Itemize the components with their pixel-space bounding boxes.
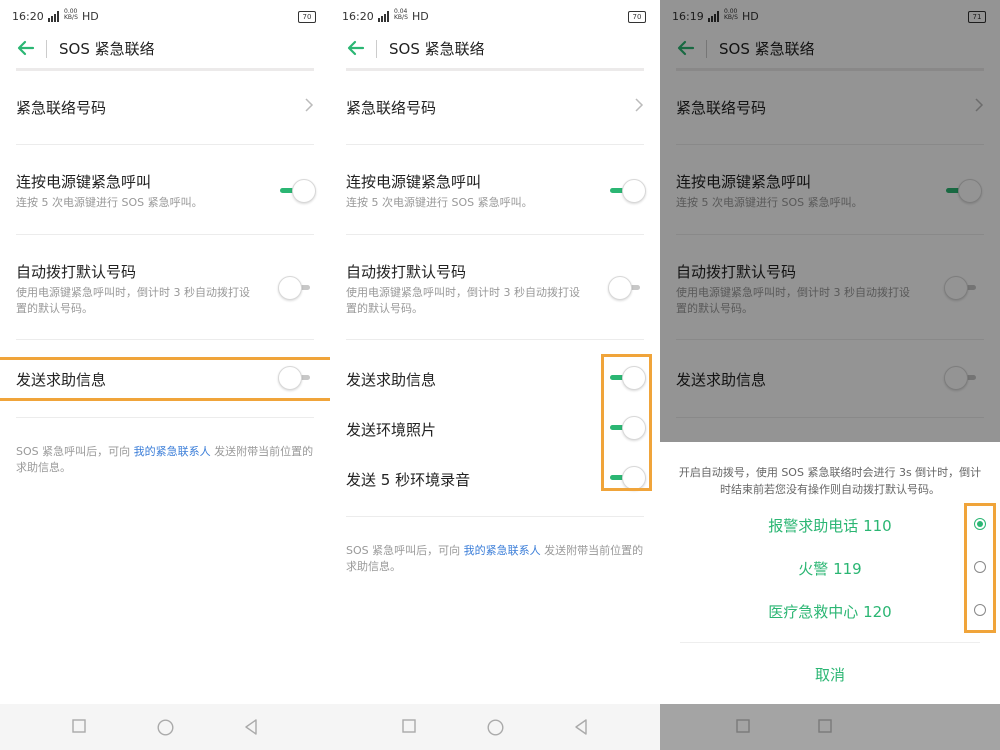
screen-1: 16:20 0.00 KB/S HD 70 SOS 紧急联络 紧急联络号码 连按…: [0, 0, 330, 750]
home-icon[interactable]: [818, 719, 832, 733]
auto-dial-label: 自动拨打默认号码: [346, 263, 467, 281]
option-fire-119[interactable]: 火警 119: [660, 552, 1000, 582]
power-key-sos-label: 连按电源键紧急呼叫: [346, 173, 482, 191]
auto-dial-switch[interactable]: [278, 276, 316, 300]
divider: [346, 234, 644, 235]
status-speed: 0.00 KB/S: [64, 8, 78, 21]
nav-bar: [330, 704, 660, 750]
power-key-sos-switch[interactable]: [278, 179, 316, 203]
divider: [346, 339, 644, 340]
home-icon[interactable]: [157, 719, 174, 736]
status-speed: 0.04 KB/S: [394, 8, 408, 21]
sheet-message: 开启自动拨号，使用 SOS 紧急联络时会进行 3s 倒计时，倒计时结束前若您没有…: [678, 466, 982, 496]
app-bar: SOS 紧急联络: [330, 34, 660, 64]
home-icon[interactable]: [487, 719, 504, 736]
emergency-contacts-item[interactable]: 紧急联络号码: [16, 97, 316, 121]
page-title: SOS 紧急联络: [59, 40, 155, 58]
status-time: 16:20: [342, 10, 374, 23]
emergency-contacts-label: 紧急联络号码: [346, 99, 437, 117]
send-help-label: 发送求助信息: [346, 371, 437, 389]
highlight-box: [964, 503, 996, 633]
nav-bar: [660, 704, 1000, 750]
power-key-sos-desc: 连按 5 次电源键进行 SOS 紧急呼叫。: [346, 196, 533, 209]
option-label: 火警 119: [798, 560, 862, 578]
status-bar: 16:20 0.00 KB/S HD 70: [12, 8, 316, 26]
power-key-sos-label: 连按电源键紧急呼叫: [16, 173, 152, 191]
divider: [16, 339, 314, 340]
highlight-box: [0, 357, 330, 401]
my-emergency-contacts-link[interactable]: 我的紧急联系人: [134, 445, 211, 458]
option-medical-120[interactable]: 医疗急救中心 120: [660, 595, 1000, 625]
signal-icon: [378, 11, 389, 22]
back-icon[interactable]: [574, 719, 588, 735]
battery-icon: 70: [628, 11, 646, 23]
divider: [346, 144, 644, 145]
back-icon[interactable]: [244, 719, 258, 735]
page-title: SOS 紧急联络: [389, 40, 485, 58]
header-divider: [346, 68, 644, 71]
option-label: 报警求助电话 110: [768, 517, 892, 535]
chevron-right-icon: [305, 98, 314, 112]
back-arrow-icon[interactable]: [346, 38, 366, 58]
power-key-sos-item: 连按电源键紧急呼叫 连按 5 次电源键进行 SOS 紧急呼叫。: [16, 171, 316, 215]
header-divider: [16, 68, 314, 71]
screen-2: 16:20 0.04 KB/S HD 70 SOS 紧急联络 紧急联络号码 连按…: [330, 0, 660, 750]
auto-dial-item: 自动拨打默认号码 使用电源键紧急呼叫时，倒计时 3 秒自动拨打设置的默认号码。: [16, 261, 316, 321]
status-network: HD: [82, 10, 99, 23]
chevron-right-icon: [635, 98, 644, 112]
option-police-110[interactable]: 报警求助电话 110: [660, 509, 1000, 539]
auto-dial-desc: 使用电源键紧急呼叫时，倒计时 3 秒自动拨打设置的默认号码。: [16, 286, 250, 315]
divider: [16, 417, 314, 418]
my-emergency-contacts-link[interactable]: 我的紧急联系人: [464, 544, 541, 557]
status-network: HD: [412, 10, 429, 23]
option-label: 医疗急救中心 120: [768, 603, 892, 621]
auto-dial-desc: 使用电源键紧急呼叫时，倒计时 3 秒自动拨打设置的默认号码。: [346, 286, 580, 315]
signal-icon: [48, 11, 59, 22]
battery-icon: 70: [298, 11, 316, 23]
divider: [16, 144, 314, 145]
appbar-separator: [46, 40, 47, 58]
send-photo-label: 发送环境照片: [346, 421, 437, 439]
footer-text: SOS 紧急呼叫后，可向: [346, 544, 464, 557]
footer-note: SOS 紧急呼叫后，可向 我的紧急联系人 发送附带当前位置的求助信息。: [346, 543, 646, 575]
auto-dial-switch[interactable]: [608, 276, 646, 300]
divider: [680, 642, 980, 643]
divider: [16, 234, 314, 235]
footer-note: SOS 紧急呼叫后，可向 我的紧急联系人 发送附带当前位置的求助信息。: [16, 444, 316, 476]
emergency-contacts-label: 紧急联络号码: [16, 99, 107, 117]
back-arrow-icon[interactable]: [16, 38, 36, 58]
appbar-separator: [376, 40, 377, 58]
auto-dial-label: 自动拨打默认号码: [16, 263, 137, 281]
send-audio-label: 发送 5 秒环境录音: [346, 471, 471, 489]
cancel-button[interactable]: 取消: [660, 664, 1000, 685]
app-bar: SOS 紧急联络: [0, 34, 330, 64]
nav-bar: [0, 704, 330, 750]
auto-dial-sheet: 开启自动拨号，使用 SOS 紧急联络时会进行 3s 倒计时，倒计时结束前若您没有…: [660, 442, 1000, 704]
emergency-contacts-item[interactable]: 紧急联络号码: [346, 97, 646, 121]
highlight-box: [601, 354, 652, 491]
screen-3: 16:19 0.00 KB/S HD 71 SOS 紧急联络 紧急联络号码 连按…: [660, 0, 1000, 750]
auto-dial-item: 自动拨打默认号码 使用电源键紧急呼叫时，倒计时 3 秒自动拨打设置的默认号码。: [346, 261, 646, 321]
status-bar: 16:20 0.04 KB/S HD 70: [342, 8, 646, 26]
recent-apps-icon[interactable]: [72, 719, 86, 733]
footer-text: SOS 紧急呼叫后，可向: [16, 445, 134, 458]
power-key-sos-desc: 连按 5 次电源键进行 SOS 紧急呼叫。: [16, 196, 203, 209]
power-key-sos-item: 连按电源键紧急呼叫 连按 5 次电源键进行 SOS 紧急呼叫。: [346, 171, 646, 215]
recent-apps-icon[interactable]: [402, 719, 416, 733]
divider: [346, 516, 644, 517]
status-time: 16:20: [12, 10, 44, 23]
power-key-sos-switch[interactable]: [608, 179, 646, 203]
recent-apps-icon[interactable]: [736, 719, 750, 733]
